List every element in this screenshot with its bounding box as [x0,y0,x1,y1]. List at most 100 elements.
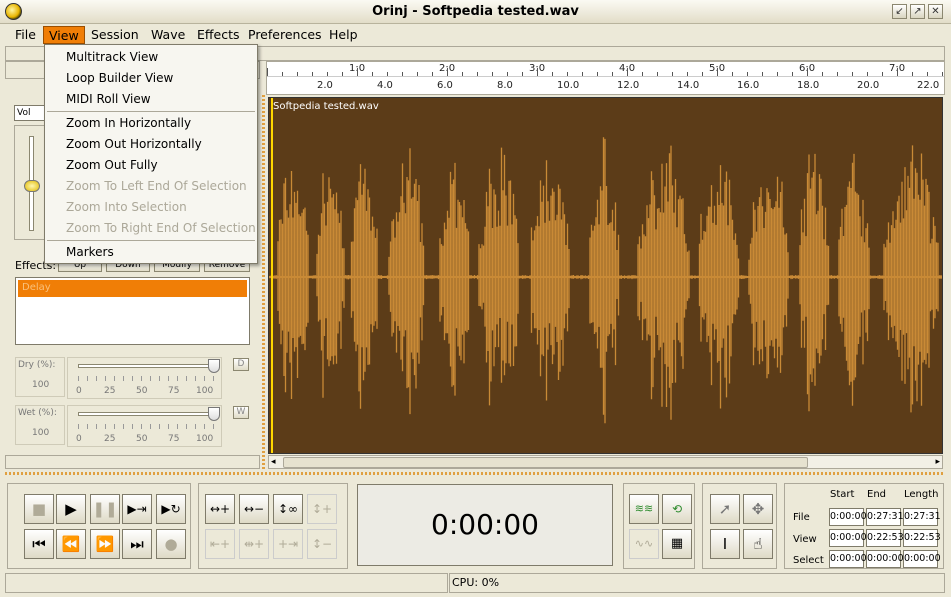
i-beam-icon: I [722,535,728,553]
dry-slider-track[interactable] [78,364,214,368]
record-button[interactable]: ● [156,529,186,559]
waveform-view[interactable]: Softpedia tested.wav [268,97,943,454]
dry-value: 100 [32,380,50,390]
close-button[interactable]: ✕ [928,4,943,19]
scroll-thumb[interactable] [283,457,808,468]
dry-slider-knob[interactable] [208,359,220,373]
ruler-tick [537,68,538,76]
select-end-field[interactable]: 0:00:00 [866,550,904,568]
loop-builder-view-button[interactable]: ⟲ [662,494,692,524]
view-menu-dropdown: Multitrack View Loop Builder View MIDI R… [44,44,258,264]
hand-tool-button[interactable]: ☝ [743,529,773,559]
maximize-button[interactable]: ↗ [910,4,925,19]
wave-view-button[interactable]: ∿∿ [629,529,659,559]
stop-button[interactable]: ■ [24,494,54,524]
dry-box: Dry (%): 100 [15,357,65,397]
view-start-field[interactable]: 0:00:00 [829,529,867,547]
menu-item-zoom-out-horizontally[interactable]: Zoom Out Horizontally [66,134,202,154]
wet-slider-knob[interactable] [208,407,220,421]
multitrack-view-button[interactable]: ≋≋ [629,494,659,524]
menu-session[interactable]: Session [86,26,144,44]
menu-view[interactable]: View [43,26,85,44]
scroll-right-icon[interactable]: ▸ [935,457,940,467]
select-tool-button[interactable]: ➚ [710,494,740,524]
select-length-field[interactable]: 0:00:00 [903,550,941,568]
zoom-left-end-button[interactable]: ⇤+ [205,529,235,559]
dry-scale-75: 75 [168,386,180,396]
menu-effects[interactable]: Effects [192,26,245,44]
fast-forward-button[interactable]: ⏩ [90,529,120,559]
zoom-out-vertical-button[interactable]: ↕− [307,529,337,559]
zoom-in-vertical-button[interactable]: ↕+ [307,494,337,524]
ruler-second-label: 2.0 [317,80,333,91]
menu-item-zoom-out-fully[interactable]: Zoom Out Fully [66,155,158,175]
menu-preferences[interactable]: Preferences [243,26,327,44]
file-start-field[interactable]: 0:00:00 [829,508,867,526]
pause-button[interactable]: ❚❚ [90,494,120,524]
end-header: End [867,489,887,500]
dry-scale-100: 100 [196,386,214,396]
dry-toggle-button[interactable]: D [233,358,249,371]
menu-file[interactable]: File [10,26,41,44]
wet-scale-0: 0 [76,434,82,444]
view-length-field[interactable]: 0:22:53 [903,529,941,547]
vertical-splitter[interactable] [262,95,265,470]
file-length-field[interactable]: 0:27:31 [903,508,941,526]
zoom-out-h-icon: ↔− [243,502,265,516]
zoom-out-fully-button[interactable]: ↕∞ [273,494,303,524]
scroll-left-icon[interactable]: ◂ [271,457,276,467]
play-selection-button[interactable]: ▶⇥ [122,494,152,524]
select-start-field[interactable]: 0:00:00 [829,550,867,568]
view-end-field[interactable]: 0:22:53 [866,529,904,547]
midi-roll-view-button[interactable]: ▦ [662,529,692,559]
menu-item-loop-builder-view[interactable]: Loop Builder View [66,68,173,88]
play-button[interactable]: ▶ [56,494,86,524]
menu-item-zoom-into-selection: Zoom Into Selection [66,200,187,214]
horizontal-splitter[interactable] [5,472,945,475]
minimize-button[interactable]: ↙ [892,4,907,19]
menu-item-markers[interactable]: Markers [66,242,114,262]
loop-play-button[interactable]: ▶↻ [156,494,186,524]
ruler-tick [447,68,448,76]
play-to-end-icon: ▶⇥ [127,502,147,516]
ruler-second-label: 8.0 [497,80,513,91]
wet-slider-track[interactable] [78,412,214,416]
go-to-end-button[interactable]: ⏭ [122,529,152,559]
zoom-left-icon: ⇤+ [209,537,231,551]
zoom-in-horizontal-button[interactable]: ↔+ [205,494,235,524]
wet-scale-75: 75 [168,434,180,444]
wet-value: 100 [32,428,50,438]
zoom-out-horizontal-button[interactable]: ↔− [239,494,269,524]
menu-wave[interactable]: Wave [146,26,190,44]
zoom-right-end-button[interactable]: +⇥ [273,529,303,559]
menu-item-multitrack-view[interactable]: Multitrack View [66,47,158,67]
select-row-label: Select [793,555,824,566]
transport-panel: ■ ▶ ❚❚ ▶⇥ ▶↻ ⏮ ⏪ ⏩ ⏭ ● ↔+ ↔− ↕∞ ↕+ ⇤+ ⇹+… [5,480,945,570]
zoom-full-icon: ↕∞ [277,502,299,516]
move-tool-button[interactable]: ✥ [743,494,773,524]
window-title: Orinj - Softpedia tested.wav [372,4,579,19]
time-ruler[interactable]: 1:02:03:04:05:06:07:0 2.04.06.08.010.012… [266,61,945,95]
ruler-tick [627,68,628,76]
ruler-second-label: 18.0 [797,80,820,91]
text-select-tool-button[interactable]: I [710,529,740,559]
volume-slider-knob[interactable] [24,180,40,192]
horizontal-scrollbar[interactable]: ◂ ▸ [268,455,943,469]
dry-label: Dry (%): [18,360,56,370]
file-end-field[interactable]: 0:27:31 [866,508,904,526]
effects-list-item[interactable]: Delay [18,280,247,297]
playhead-cursor[interactable] [271,98,273,453]
menu-item-zoom-in-horizontally[interactable]: Zoom In Horizontally [66,113,191,133]
ruler-second-label: 12.0 [617,80,640,91]
go-to-start-button[interactable]: ⏮ [24,529,54,559]
wave-file-label: Softpedia tested.wav [273,101,379,112]
skip-start-icon: ⏮ [32,535,46,553]
menu-help[interactable]: Help [324,26,363,44]
zoom-selection-button[interactable]: ⇹+ [239,529,269,559]
rewind-button[interactable]: ⏪ [56,529,86,559]
wet-toggle-button[interactable]: W [233,406,249,419]
zoom-in-h-icon: ↔+ [209,502,231,516]
left-panel-footer [5,455,260,469]
menu-item-midi-roll-view[interactable]: MIDI Roll View [66,89,151,109]
title-bar: Orinj - Softpedia tested.wav ↙ ↗ ✕ [0,0,951,24]
